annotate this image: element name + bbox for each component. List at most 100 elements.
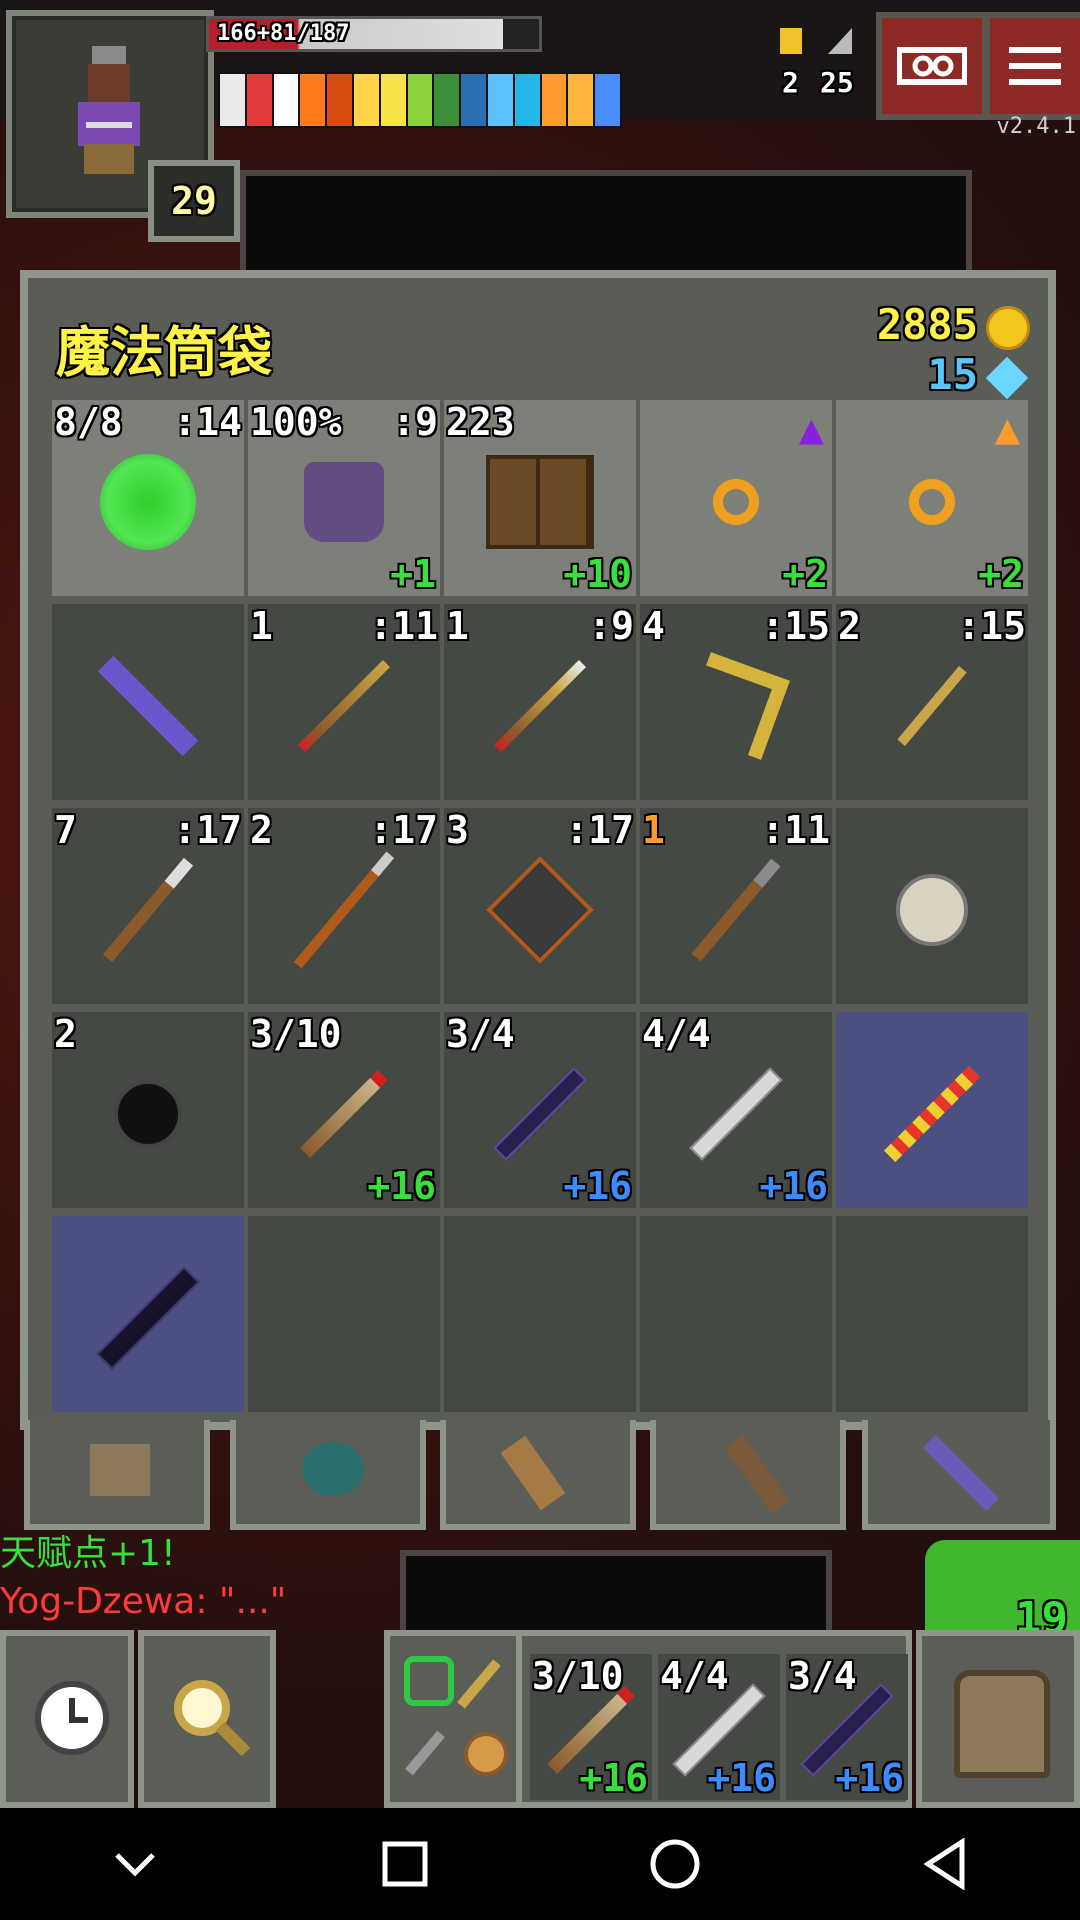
journal-button[interactable]	[876, 12, 988, 120]
slot-tl-label: 3/4	[446, 1012, 515, 1056]
slot-tl-label: 3	[446, 808, 469, 852]
nav-dropdown-button[interactable]	[75, 1814, 195, 1914]
menu-button[interactable]	[984, 12, 1080, 120]
journal-icon	[897, 47, 967, 85]
chevron-down-icon	[115, 1853, 155, 1877]
throwing-axe-icon	[897, 665, 967, 746]
hero-avatar-icon	[74, 46, 144, 176]
inventory-slot[interactable]: 1 :11	[248, 604, 440, 800]
buff-icon[interactable]	[380, 74, 406, 126]
inventory-slot[interactable]	[444, 1216, 636, 1412]
buff-icon[interactable]	[434, 74, 460, 126]
war-hammer-icon	[691, 858, 781, 962]
inventory-slot[interactable]: ▲ +2	[640, 400, 832, 596]
buff-icon[interactable]	[407, 74, 433, 126]
slot-br-label: +16	[563, 1164, 632, 1208]
quickslot[interactable]: 3/4 +16	[786, 1654, 908, 1800]
shield-quickslot-icon[interactable]	[464, 1732, 508, 1776]
inventory-slot[interactable]: 3/10 +16	[248, 1012, 440, 1208]
system-nav-bar	[0, 1808, 1080, 1920]
depth-count: 25	[820, 66, 854, 99]
nav-recents-button[interactable]	[345, 1814, 465, 1914]
buff-icon[interactable]	[246, 74, 272, 126]
scroll-holder-tab[interactable]	[440, 1420, 636, 1530]
inventory-slot[interactable]	[836, 1216, 1028, 1412]
buff-icon[interactable]	[595, 74, 620, 126]
buff-icon[interactable]	[300, 74, 326, 126]
gem-counter: 15	[927, 350, 1030, 399]
inventory-slot[interactable]: 223 +10	[444, 400, 636, 596]
inventory-slot[interactable]	[640, 1216, 832, 1412]
search-button[interactable]	[138, 1630, 276, 1808]
swap-quickslot-icon[interactable]	[404, 1656, 454, 1706]
inventory-slot[interactable]: 4:15	[640, 604, 832, 800]
inventory-slot[interactable]	[836, 808, 1028, 1004]
nav-back-button[interactable]	[885, 1814, 1005, 1914]
pickaxe-quickslot-icon[interactable]	[457, 1659, 501, 1709]
throwing-hammer-icon	[102, 857, 194, 963]
purple-upgrade-arrow-icon: ▲	[798, 404, 824, 453]
inventory-slot[interactable]: 4/4 +16	[640, 1012, 832, 1208]
quickslot[interactable]: 4/4 +16	[658, 1654, 780, 1800]
inventory-slot[interactable]: 1:9	[444, 604, 636, 800]
orange-upgrade-arrow-icon: ▲	[994, 404, 1020, 453]
wait-button[interactable]	[0, 1630, 134, 1808]
inventory-slot[interactable]: 7:17	[52, 808, 244, 1004]
gold-counter: 2885	[877, 300, 1030, 350]
slot-tl-label: 1	[250, 604, 273, 648]
buff-icon[interactable]	[220, 74, 245, 126]
seed-pouch-tab[interactable]	[230, 1420, 426, 1530]
inventory-button[interactable]	[916, 1630, 1080, 1808]
inventory-slot[interactable]: 1:11	[640, 808, 832, 1004]
wand-holster-tab-icon	[922, 1434, 1000, 1512]
quickslot-charges: 3/10	[532, 1654, 624, 1698]
buff-icon[interactable]	[273, 74, 299, 126]
nav-home-button[interactable]	[615, 1814, 735, 1914]
inventory-slot[interactable]	[248, 1216, 440, 1412]
inventory-slot[interactable]: 2:15	[836, 604, 1028, 800]
potion-bandolier-tab[interactable]	[650, 1420, 846, 1530]
slot-br-label: +10	[563, 552, 632, 596]
trident-icon	[293, 851, 395, 969]
buff-icon[interactable]	[353, 74, 379, 126]
version-label: v2.4.1	[996, 114, 1076, 139]
buff-icon[interactable]	[514, 74, 540, 126]
challenge-count: 2	[782, 66, 799, 99]
inventory-slot[interactable]: ▲ +2	[836, 400, 1028, 596]
quick-tools-panel	[384, 1630, 524, 1808]
inventory-slot[interactable]: 3 :17	[444, 808, 636, 1004]
inventory-slot[interactable]	[52, 1216, 244, 1412]
inventory-slot[interactable]: 2	[52, 1012, 244, 1208]
backpack-tab[interactable]	[24, 1420, 210, 1530]
inventory-slot[interactable]	[52, 604, 244, 800]
quickslot-upgrade: +16	[835, 1756, 904, 1800]
flashbang-bomb-icon	[896, 873, 968, 946]
log-line: 天赋点+1!	[0, 1533, 176, 1574]
inventory-slot[interactable]: 2:17	[248, 808, 440, 1004]
slot-tl-label: 4/4	[642, 1012, 711, 1056]
inventory-slot[interactable]: 100%:9 +1	[248, 400, 440, 596]
buff-icon[interactable]	[327, 74, 352, 126]
slot-tr-label: :17	[173, 808, 242, 852]
buff-icon[interactable]	[568, 74, 594, 126]
key-quickslot-icon[interactable]	[405, 1730, 445, 1776]
slot-tr-label: :17	[565, 808, 634, 852]
slot-br-label: +1	[390, 552, 436, 596]
buff-icon[interactable]	[487, 74, 513, 126]
inventory-grid: 8/8:14 100%:9 +1 223 +10 ▲ +2 ▲ +2 1:11 1:9 4:15 2:1…	[52, 400, 1028, 1412]
quickslot-charges: 4/4	[660, 1654, 729, 1698]
buff-icon[interactable]	[461, 74, 486, 126]
game-log: 天赋点+1! Yog-Dzewa: "..."	[0, 1530, 286, 1626]
fire-dart-icon	[298, 659, 390, 752]
wand-holster-tab[interactable]	[862, 1420, 1056, 1530]
inventory-slot[interactable]: 8/8:14	[52, 400, 244, 596]
inventory-slot[interactable]	[836, 1012, 1028, 1208]
quickslot[interactable]: 3/10 +16	[530, 1654, 652, 1800]
gold-coin-icon	[986, 305, 1030, 350]
inventory-slot[interactable]: 3/4 +16	[444, 1012, 636, 1208]
buff-indicators[interactable]	[218, 72, 622, 128]
alchemy-cabinet-icon	[486, 454, 594, 549]
buff-icon[interactable]	[541, 74, 567, 126]
slot-tr-label: :11	[369, 604, 438, 648]
log-line: Yog-Dzewa: "..."	[0, 1581, 287, 1622]
